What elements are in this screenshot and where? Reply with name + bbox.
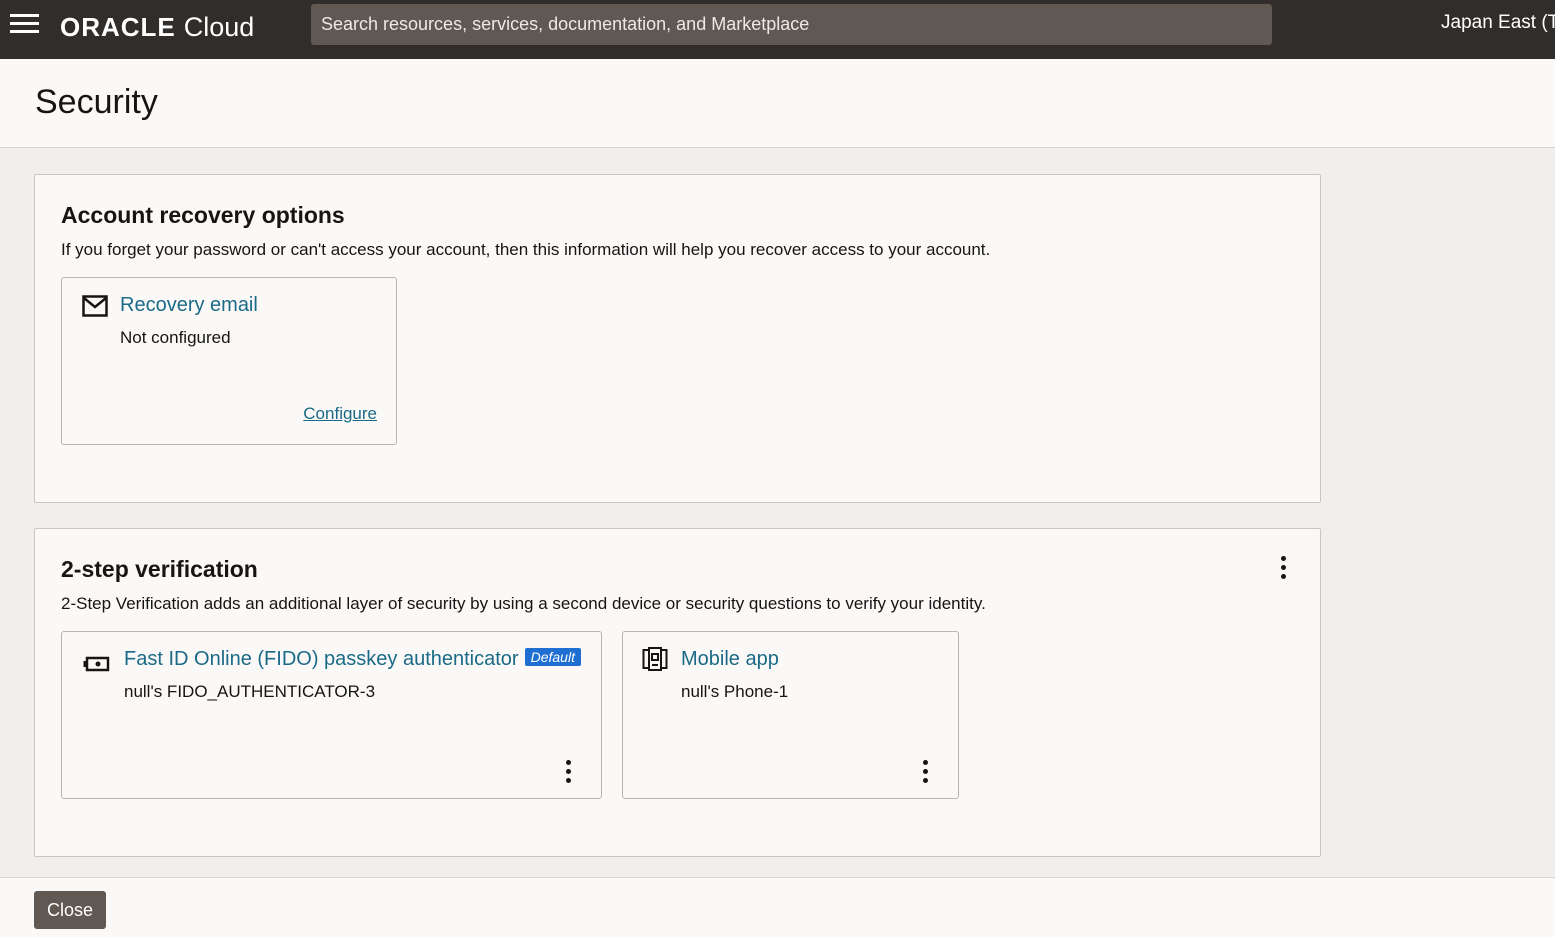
fido-authenticator-title-text: Fast ID Online (FIDO) passkey authentica… <box>124 648 519 670</box>
mobile-app-title[interactable]: Mobile app <box>681 648 779 671</box>
page-title: Security <box>35 83 158 121</box>
default-badge: Default <box>524 648 581 666</box>
two-step-actions-menu-icon[interactable] <box>1272 552 1294 582</box>
close-button[interactable]: Close <box>34 891 106 929</box>
fido-tile-actions-menu-icon[interactable] <box>557 756 579 786</box>
security-key-icon <box>83 656 110 672</box>
recovery-email-title[interactable]: Recovery email <box>120 294 258 317</box>
recovery-email-tile: Recovery email Not configured Configure <box>61 277 397 445</box>
top-navigation-bar: ORACLE Cloud Japan East (T <box>0 0 1555 59</box>
two-step-verification-section: 2-step verification 2-Step Verification … <box>34 528 1321 857</box>
brand-cloud-text: Cloud <box>183 11 255 42</box>
mobile-app-tile-actions-menu-icon[interactable] <box>914 756 936 786</box>
page-footer: Close <box>0 877 1555 937</box>
fido-authenticator-title[interactable]: Fast ID Online (FIDO) passkey authentica… <box>124 648 581 671</box>
account-recovery-section: Account recovery options If you forget y… <box>34 174 1321 503</box>
account-recovery-title: Account recovery options <box>61 202 345 228</box>
mobile-app-icon <box>642 647 668 671</box>
two-step-verification-description: 2-Step Verification adds an additional l… <box>61 594 986 613</box>
mobile-app-device-name: null's Phone-1 <box>681 682 789 701</box>
brand-oracle-text: ORACLE <box>60 11 176 42</box>
oracle-cloud-logo[interactable]: ORACLE Cloud <box>60 11 254 43</box>
configure-recovery-email-link[interactable]: Configure <box>303 404 377 424</box>
recovery-email-status: Not configured <box>120 328 231 347</box>
mobile-app-tile: Mobile app null's Phone-1 <box>622 631 959 799</box>
fido-authenticator-device-name: null's FIDO_AUTHENTICATOR-3 <box>124 682 376 701</box>
account-recovery-description: If you forget your password or can't acc… <box>61 240 991 259</box>
mail-icon <box>82 295 108 317</box>
global-search-input[interactable] <box>311 4 1272 45</box>
two-step-verification-title: 2-step verification <box>61 556 258 582</box>
page-header: Security <box>0 59 1555 148</box>
region-selector[interactable]: Japan East (T <box>1441 12 1555 34</box>
fido-authenticator-tile: Fast ID Online (FIDO) passkey authentica… <box>61 631 602 799</box>
hamburger-menu-icon[interactable] <box>10 14 40 34</box>
